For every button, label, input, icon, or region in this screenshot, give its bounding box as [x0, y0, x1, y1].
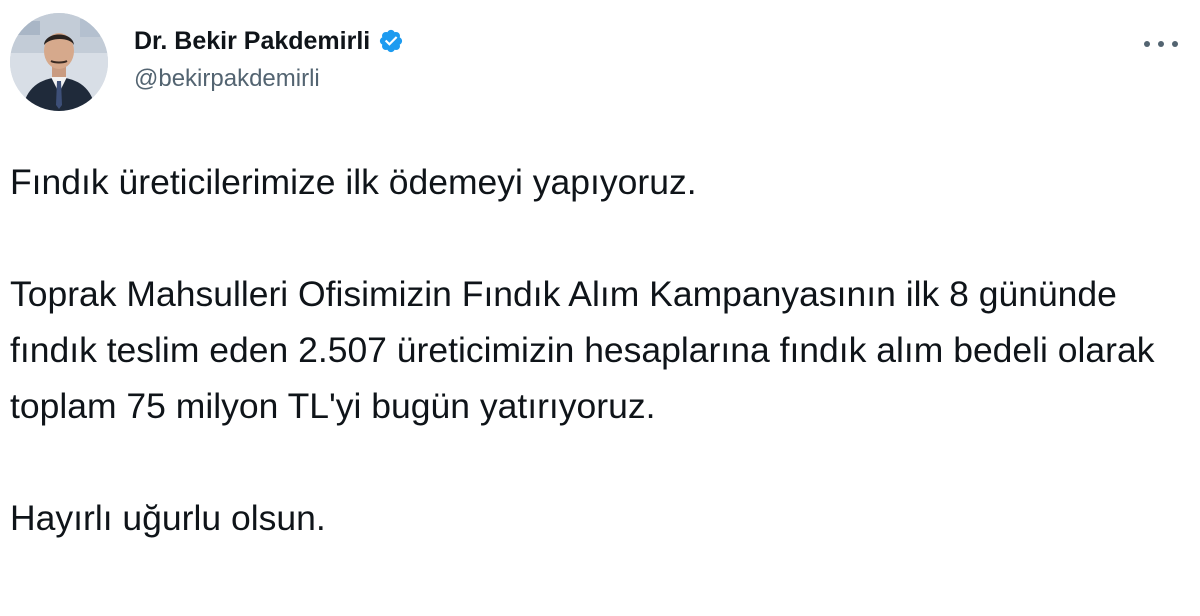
tweet-paragraph-3: Hayırlı uğurlu olsun. — [10, 498, 326, 538]
tweet: Dr. Bekir Pakdemirli @bekirpakdemirli Fı… — [0, 0, 1200, 616]
tweet-paragraph-2: Toprak Mahsulleri Ofisimizin Fındık Alım… — [10, 274, 1155, 426]
verified-badge-icon — [378, 28, 404, 54]
author-name-row: Dr. Bekir Pakdemirli — [134, 24, 404, 58]
tweet-text: Fındık üreticilerimize ilk ödemeyi yapıy… — [10, 154, 1190, 546]
author-block: Dr. Bekir Pakdemirli @bekirpakdemirli — [134, 24, 404, 94]
author-handle[interactable]: @bekirpakdemirli — [134, 64, 404, 94]
more-horizontal-icon — [1144, 41, 1150, 47]
tweet-paragraph-1: Fındık üreticilerimize ilk ödemeyi yapıy… — [10, 162, 697, 202]
avatar-photo — [10, 13, 108, 111]
more-dot — [1172, 41, 1178, 47]
author-display-name[interactable]: Dr. Bekir Pakdemirli — [134, 24, 370, 58]
avatar[interactable] — [10, 13, 108, 111]
more-options-button[interactable] — [1144, 34, 1178, 54]
more-dot — [1158, 41, 1164, 47]
